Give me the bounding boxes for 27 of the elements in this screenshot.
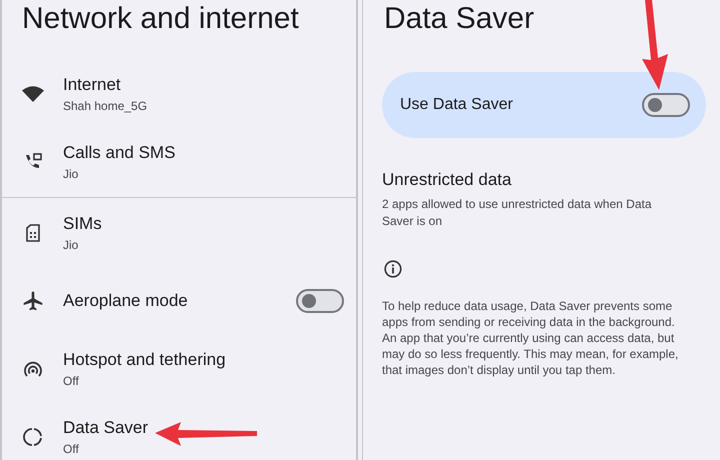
setting-title[interactable]: SIMs [63, 214, 344, 234]
airplane-icon [23, 291, 43, 311]
setting-summary: Jio [63, 167, 80, 181]
toggle-switch[interactable] [642, 93, 690, 117]
sim-card-icon [26, 224, 40, 242]
setting-summary: 2 apps allowed to use unrestricted data when Data Saver is on [382, 196, 653, 230]
toggle-label: Use Data Saver [400, 96, 513, 114]
phone-message-icon [24, 153, 42, 171]
page-title: Data Saver [383, 1, 534, 36]
setting-summary: Jio [63, 238, 80, 252]
info-icon [384, 260, 402, 278]
setting-title[interactable]: Aeroplane mode [63, 291, 296, 311]
setting-title[interactable]: Data Saver [63, 418, 344, 438]
toggle-card[interactable]: Use Data Saver [382, 72, 706, 138]
setting-title[interactable]: Calls and SMS [63, 143, 344, 163]
page-title: Network and internet [21, 1, 299, 36]
hotspot-icon [23, 360, 43, 378]
setting-title[interactable]: Unrestricted data [382, 170, 706, 190]
setting-summary: Off [63, 442, 80, 456]
toggle-switch[interactable] [296, 289, 344, 313]
setting-title[interactable]: Hotspot and tethering [63, 350, 344, 370]
setting-summary: Shah home_5G [63, 99, 148, 113]
info-text: To help reduce data usage, Data Saver prevents some apps from sending or receiving data in the background. An app that you’re currently using can access data, but may do so less frequently. This may mean, for example, that images don’t display until you tap them. [382, 298, 680, 378]
data-saver-icon [23, 427, 43, 447]
setting-title[interactable]: Internet [63, 75, 344, 95]
wifi-icon [22, 86, 44, 102]
setting-summary: Off [63, 374, 80, 388]
